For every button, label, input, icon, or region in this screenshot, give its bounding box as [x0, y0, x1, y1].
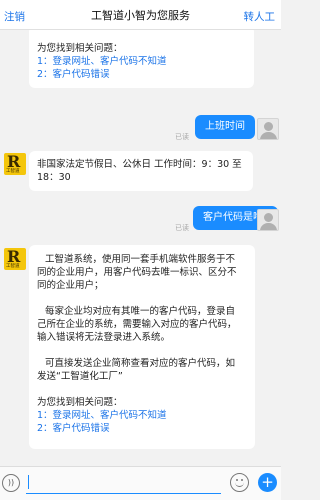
bot-message-line: 18：30 [37, 172, 71, 183]
bot-message-line: 每家企业均对应有其唯一的客户代码，登录自 [45, 306, 236, 317]
message-input[interactable] [26, 472, 221, 494]
bot-message: 工智道系统，使用同一套手机端软件服务于不 同的企业用户，用客户代码去唯一标识、区… [29, 245, 255, 449]
user-avatar [257, 209, 279, 231]
user-message: 上班时间 [195, 115, 255, 139]
related-questions-intro: 为您找到相关问题： [37, 397, 123, 408]
top-bar: 注销 工智道小智为您服务 转人工 [0, 0, 281, 30]
user-message-text: 上班时间 [205, 121, 245, 132]
read-receipt: 已读 [175, 224, 189, 232]
bot-message-line: 工智道系统，使用同一套手机端软件服务于不 [45, 254, 236, 265]
bot-message-line: 非国家法定节假日、公休日 工作时间：9：30 至 [37, 159, 242, 170]
transfer-to-human-button[interactable]: 转人工 [244, 9, 276, 24]
related-questions-intro: 为您找到相关问题： [37, 43, 123, 54]
bot-message-line: 同的企业用户，用客户代码去唯一标识、区分不 [37, 267, 237, 278]
bot-message-line: 己所在企业的系统，需要输入对应的客户代码， [37, 319, 237, 330]
emoji-icon[interactable] [230, 473, 249, 492]
page-title: 工智道小智为您服务 [91, 8, 190, 22]
text-caret [28, 475, 29, 489]
plus-icon[interactable]: + [258, 473, 277, 492]
related-question-link[interactable]: 1：登录网址、客户代码不知道 [37, 409, 247, 422]
voice-icon[interactable]: )) [2, 474, 20, 492]
bot-avatar: R 工智道 [4, 153, 26, 175]
bot-message-line: 可直接发送企业简称查看对应的客户代码，如 [45, 358, 236, 369]
related-question-link[interactable]: 2：客户代码错误 [37, 68, 246, 81]
bot-message-line: 发送“工智道化工厂” [37, 371, 123, 382]
related-question-link[interactable]: 1：登录网址、客户代码不知道 [37, 55, 246, 68]
read-receipt: 已读 [175, 133, 189, 141]
bot-avatar: R 工智道 [4, 248, 26, 270]
bot-message: 为您找到相关问题： 1：登录网址、客户代码不知道 2：客户代码错误 [29, 30, 254, 88]
bot-message-line: 同的企业用户； [37, 280, 104, 291]
bot-message: 非国家法定节假日、公休日 工作时间：9：30 至 18：30 [29, 151, 253, 191]
bot-message-line: 输入错误将无法登录进入系统。 [37, 332, 171, 343]
related-question-link[interactable]: 2：客户代码错误 [37, 422, 247, 435]
input-bar: )) + [0, 466, 281, 500]
user-avatar [257, 118, 279, 140]
chat-area[interactable]: 为您找到相关问题： 1：登录网址、客户代码不知道 2：客户代码错误 上班时间 已… [0, 30, 281, 466]
logout-button[interactable]: 注销 [4, 9, 25, 24]
